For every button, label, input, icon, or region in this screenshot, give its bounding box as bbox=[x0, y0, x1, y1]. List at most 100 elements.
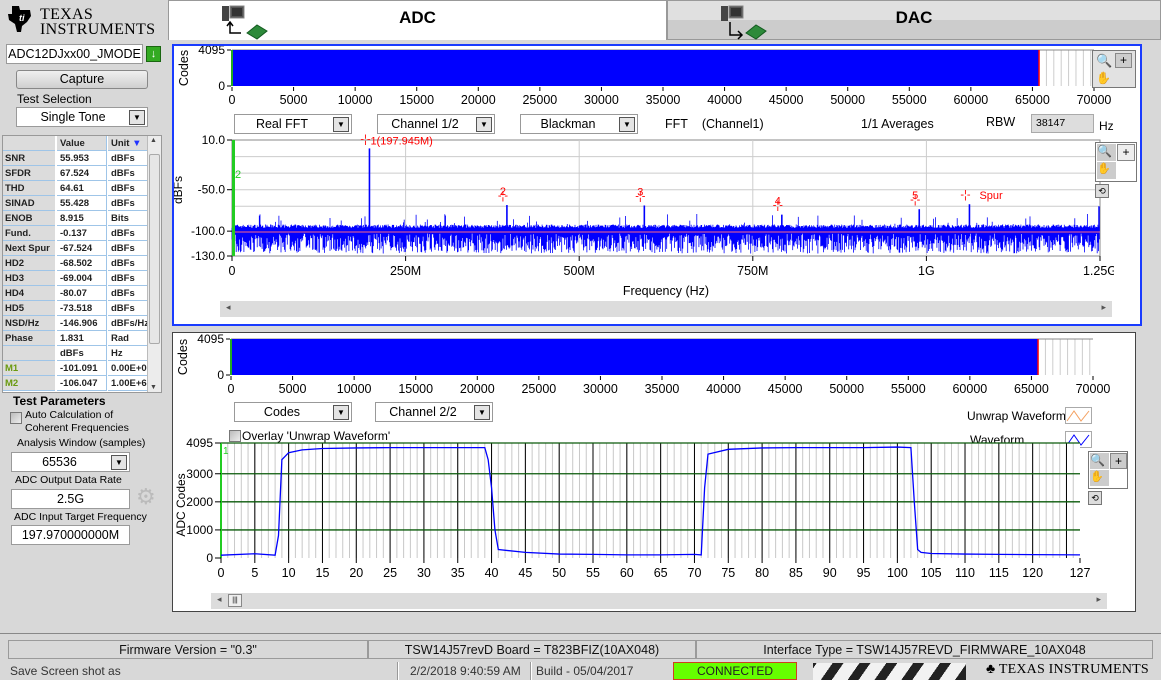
x-tick-label: 15000 bbox=[399, 93, 434, 107]
fft-hscrollbar[interactable]: ◂ ▸ bbox=[220, 301, 1112, 317]
reset-zoom-icon[interactable]: ⟲ bbox=[1088, 491, 1102, 505]
y-axis-label: dBFs bbox=[174, 176, 185, 204]
wave-hscrollbar[interactable]: ◂ ||| ▸ bbox=[211, 593, 1107, 609]
save-screenshot-link[interactable]: Save Screen shot as bbox=[10, 662, 121, 680]
build-date: Build - 05/04/2017 bbox=[536, 664, 634, 678]
y-tick-label: -50.0 bbox=[198, 183, 226, 197]
rbw-label: RBW bbox=[986, 115, 1016, 129]
capture-button[interactable]: Capture bbox=[16, 70, 148, 89]
chevron-down-icon[interactable]: ▼ bbox=[129, 110, 145, 125]
cursor-plus-icon[interactable]: + bbox=[1110, 453, 1127, 469]
scroll-left-icon[interactable]: ◂ bbox=[226, 302, 231, 313]
load-arrow-icon[interactable]: ↓ bbox=[146, 46, 161, 62]
reset-zoom-icon[interactable]: ⟲ bbox=[1095, 184, 1109, 198]
fft-label: FFT (Channel1) bbox=[665, 117, 764, 131]
scroll-down-icon[interactable]: ▼ bbox=[150, 384, 157, 391]
pan-hand-icon[interactable]: ✋ bbox=[1097, 162, 1116, 179]
table-header: Value Unit ▼ bbox=[3, 136, 148, 151]
x-tick-label: 35 bbox=[451, 566, 465, 580]
row-label: HD4 bbox=[3, 286, 55, 301]
table-row: HD5 -73.518 dBFs bbox=[3, 301, 148, 316]
waveform-mode-value: Codes bbox=[263, 405, 301, 419]
fft-chart: 2-¦- 1(197.945M)-¦-2 -¦-3-¦-4 -¦-5 -¦- Spur10… bbox=[174, 134, 1114, 298]
row-label bbox=[3, 346, 55, 361]
rbw-unit: Hz bbox=[1099, 119, 1114, 133]
pan-hand-icon[interactable]: ✋ bbox=[1090, 470, 1109, 486]
x-tick-label: 5000 bbox=[280, 93, 308, 107]
x-tick-label: 75 bbox=[721, 566, 735, 580]
chevron-down-icon[interactable]: ▼ bbox=[333, 405, 349, 420]
test-selection-dropdown[interactable]: Single Tone ▼ bbox=[16, 107, 148, 127]
x-tick-label: 0 bbox=[229, 93, 236, 107]
zoom-icon[interactable]: 🔍 bbox=[1090, 453, 1109, 469]
row-unit: Hz bbox=[108, 346, 148, 361]
zoom-icon[interactable]: 🔍 bbox=[1096, 53, 1112, 69]
device-name: ADC12DJxx00_JMODE bbox=[8, 47, 141, 61]
table-row: SNR 55.953 dBFs bbox=[3, 151, 148, 166]
activity-indicator bbox=[813, 663, 966, 680]
row-label: NSD/Hz bbox=[3, 316, 55, 331]
ti-logo-icon: ♣ bbox=[986, 662, 996, 677]
row-label: HD2 bbox=[3, 256, 55, 271]
pan-hand-icon[interactable]: ✋ bbox=[1096, 71, 1111, 85]
results-table: Value Unit ▼ SNR 55.953 dBFs SFDR 67.524 dBFs… bbox=[2, 135, 162, 393]
test-parameters-label: Test Parameters bbox=[13, 394, 106, 408]
analysis-window-dropdown[interactable]: 65536 ▼ bbox=[11, 452, 130, 472]
row-value: -80.07 bbox=[57, 286, 107, 301]
x-tick-label: 15000 bbox=[398, 382, 433, 396]
window-dropdown[interactable]: Blackman ▼ bbox=[520, 114, 638, 134]
fft-channel-dropdown[interactable]: Channel 1/2 ▼ bbox=[377, 114, 495, 134]
row-value: 67.524 bbox=[57, 166, 107, 181]
chevron-down-icon[interactable]: ▼ bbox=[111, 455, 127, 470]
scroll-thumb[interactable]: ||| bbox=[228, 594, 242, 607]
scroll-right-icon[interactable]: ▸ bbox=[1101, 302, 1106, 313]
x-tick-label: 55 bbox=[586, 566, 600, 580]
x-tick-label: 110 bbox=[955, 566, 975, 580]
target-freq-input[interactable]: 197.970000000M bbox=[11, 525, 130, 545]
row-label: M1 bbox=[3, 361, 55, 376]
waveform-channel-dropdown[interactable]: Channel 2/2 ▼ bbox=[375, 402, 493, 422]
y-tick-label: -130.0 bbox=[191, 249, 225, 263]
table-row: HD3 -69.004 dBFs bbox=[3, 271, 148, 286]
marker-label: 4 bbox=[775, 196, 781, 208]
header-unit[interactable]: Unit ▼ bbox=[108, 136, 148, 151]
graph-palette: 🔍 + ✋ bbox=[1092, 50, 1136, 88]
row-unit: dBFs bbox=[108, 301, 148, 316]
table-scrollbar[interactable]: ▲ ▼ bbox=[147, 136, 161, 392]
row-value: -69.004 bbox=[57, 271, 107, 286]
row-value: -146.906 bbox=[57, 316, 107, 331]
marker-crosshair: -¦- bbox=[360, 134, 371, 145]
chevron-down-icon[interactable]: ▼ bbox=[476, 117, 492, 132]
table-row: SINAD 55.428 dBFs bbox=[3, 196, 148, 211]
header-unit-label: Unit bbox=[111, 138, 130, 149]
scroll-up-icon[interactable]: ▲ bbox=[150, 137, 157, 144]
cursor-plus-icon[interactable]: + bbox=[1117, 144, 1135, 161]
tab-adc[interactable]: ADC bbox=[168, 0, 667, 40]
x-tick-label: 0 bbox=[228, 382, 235, 396]
x-tick-label: 60000 bbox=[953, 93, 988, 107]
auto-calc-checkbox[interactable] bbox=[10, 412, 22, 424]
legend-unwrap-swatch[interactable] bbox=[1065, 407, 1092, 424]
row-label: Fund. bbox=[3, 226, 55, 241]
row-unit: dBFs bbox=[108, 286, 148, 301]
marker-label: 2 bbox=[500, 186, 506, 198]
tab-dac[interactable]: DAC bbox=[667, 0, 1161, 40]
chevron-down-icon[interactable]: ▼ bbox=[619, 117, 635, 132]
fft-type-dropdown[interactable]: Real FFT ▼ bbox=[234, 114, 352, 134]
waveform-mode-dropdown[interactable]: Codes ▼ bbox=[234, 402, 352, 422]
data-rate-input[interactable]: 2.5G bbox=[11, 489, 130, 509]
chevron-down-icon[interactable]: ▼ bbox=[333, 117, 349, 132]
zoom-icon[interactable]: 🔍 bbox=[1097, 144, 1116, 161]
table-row: dBFs Hz bbox=[3, 346, 148, 361]
scroll-right-icon[interactable]: ▸ bbox=[1096, 594, 1101, 605]
footer-logo: ♣ Texas Instruments bbox=[986, 662, 1149, 678]
chevron-down-icon[interactable]: ▼ bbox=[474, 405, 490, 420]
y-axis-label: ADC Codes bbox=[174, 473, 188, 536]
data-rate-value: 2.5G bbox=[56, 492, 85, 506]
device-select[interactable]: ADC12DJxx00_JMODE bbox=[6, 44, 143, 64]
cursor-plus-icon[interactable]: + bbox=[1115, 53, 1132, 68]
scroll-thumb[interactable] bbox=[149, 154, 160, 344]
x-tick-label: 750M bbox=[737, 264, 768, 278]
gear-icon[interactable]: ⚙ bbox=[136, 486, 156, 508]
scroll-left-icon[interactable]: ◂ bbox=[217, 594, 222, 605]
